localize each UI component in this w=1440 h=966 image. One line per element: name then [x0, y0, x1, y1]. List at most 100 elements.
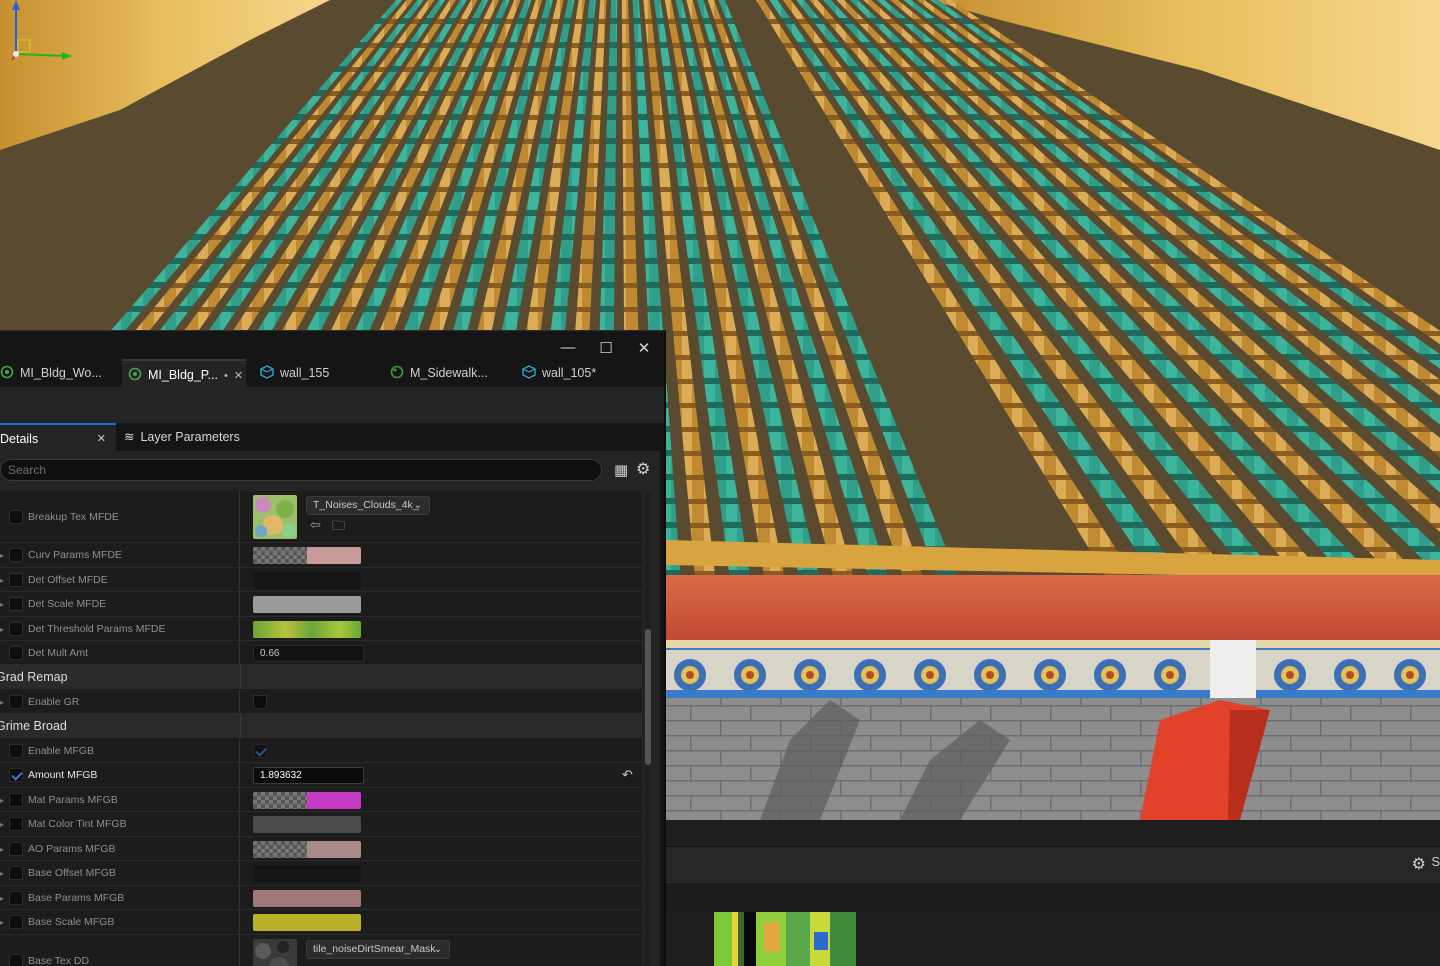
- doc-tab-wall-155[interactable]: wall_155: [254, 359, 378, 387]
- override-checkbox[interactable]: [9, 842, 23, 856]
- texture-asset-picker[interactable]: T_Noises_Clouds_4k_ ⌄: [306, 496, 430, 515]
- color-swatch[interactable]: [253, 865, 361, 882]
- override-checkbox[interactable]: [9, 622, 23, 636]
- gear-icon[interactable]: ⚙: [636, 459, 652, 478]
- close-window-button[interactable]: ✕: [634, 339, 654, 357]
- override-checkbox[interactable]: [9, 866, 23, 880]
- lower-right-panel: ⚙ S: [666, 820, 1440, 966]
- texture-preview-thumbnail[interactable]: [714, 912, 856, 966]
- override-checkbox[interactable]: [9, 510, 23, 524]
- tab-layer-parameters-label: Layer Parameters: [140, 430, 240, 444]
- property-row: Enable MFGB: [0, 739, 642, 763]
- texture-thumbnail[interactable]: [253, 495, 297, 539]
- override-checkbox[interactable]: [9, 597, 23, 611]
- property-list: Breakup Tex MFDE T_Noises_Clouds_4k_ ⌄ ⇦…: [0, 491, 642, 966]
- override-checkbox[interactable]: [9, 646, 23, 660]
- override-checkbox[interactable]: [9, 573, 23, 587]
- override-checkbox[interactable]: [9, 793, 23, 807]
- expand-arrow-icon[interactable]: ▸: [0, 551, 4, 560]
- texture-asset-picker[interactable]: tile_noiseDirtSmear_Mask ⌄: [306, 940, 450, 959]
- expand-arrow-icon[interactable]: ▸: [0, 698, 4, 707]
- lower-right-subbar: [666, 882, 1440, 912]
- color-swatch[interactable]: [253, 914, 361, 931]
- expand-arrow-icon[interactable]: ▸: [0, 918, 4, 927]
- doc-tab-label: MI_Bldg_Wo...: [20, 366, 102, 380]
- color-swatch[interactable]: [253, 841, 361, 858]
- gear-icon[interactable]: ⚙: [1412, 854, 1426, 874]
- reset-to-default-icon[interactable]: ↶: [622, 767, 633, 783]
- texture-thumbnail[interactable]: [253, 939, 297, 966]
- color-swatch[interactable]: [253, 572, 361, 589]
- tab-details-label: Details: [0, 432, 39, 446]
- color-swatch[interactable]: [253, 792, 361, 809]
- color-swatch[interactable]: [253, 621, 361, 638]
- property-label: Enable MFGB: [28, 745, 94, 757]
- property-row: ▸ Base Params MFGB: [0, 886, 642, 910]
- override-checkbox[interactable]: [9, 548, 23, 562]
- document-tab-bar: MI_Bldg_Wo... MI_Bldg_P... • ✕ wall_155 M_…: [0, 357, 664, 387]
- use-selected-icon[interactable]: ⇦: [310, 517, 321, 533]
- det-mult-amt-field[interactable]: 0.66: [253, 645, 364, 662]
- tab-details[interactable]: Details ✕: [0, 423, 116, 451]
- color-swatch[interactable]: [253, 816, 361, 833]
- expand-arrow-icon[interactable]: ▸: [0, 869, 4, 878]
- expand-arrow-icon[interactable]: ▸: [0, 845, 4, 854]
- close-tab-icon[interactable]: ✕: [97, 425, 106, 453]
- override-checkbox[interactable]: [9, 744, 23, 758]
- override-checkbox[interactable]: [9, 695, 23, 709]
- color-swatch[interactable]: [253, 596, 361, 613]
- property-row: ▸ Mat Params MFGB: [0, 788, 642, 812]
- doc-tab-label: MI_Bldg_P...: [148, 368, 218, 382]
- expand-arrow-icon[interactable]: ▸: [0, 576, 4, 585]
- expand-arrow-icon[interactable]: ▸: [0, 625, 4, 634]
- property-row: ▸ Det Scale MFDE: [0, 592, 642, 617]
- scrollbar-thumb[interactable]: [645, 629, 651, 765]
- expand-arrow-icon[interactable]: ▸: [0, 820, 4, 829]
- minimize-button[interactable]: —: [558, 339, 578, 356]
- property-row: ▸ Mat Color Tint MFGB: [0, 812, 642, 837]
- expand-arrow-icon[interactable]: ▸: [0, 796, 4, 805]
- property-row: ▸ Base Scale MFGB: [0, 910, 642, 935]
- doc-tab-mi-bldg-p[interactable]: MI_Bldg_P... • ✕: [122, 359, 246, 387]
- expand-arrow-icon[interactable]: ▸: [0, 600, 4, 609]
- override-checkbox[interactable]: [9, 954, 23, 966]
- property-label: Mat Params MFGB: [28, 794, 118, 806]
- static-mesh-icon: [522, 365, 536, 379]
- browse-asset-icon[interactable]: 🗀: [332, 517, 345, 539]
- amount-mfgb-field[interactable]: 1.893632: [253, 767, 364, 784]
- tab-layer-parameters[interactable]: ≋ Layer Parameters: [124, 423, 240, 451]
- maximize-button[interactable]: ☐: [596, 339, 616, 357]
- override-checkbox[interactable]: [9, 768, 23, 782]
- material-instance-icon: [0, 365, 14, 379]
- property-label: Base Offset MFGB: [28, 867, 116, 879]
- editor-screen: ⚙ S — ☐ ✕ MI_Bldg_Wo... MI_Bldg_P... • ✕…: [0, 0, 1440, 966]
- group-label: Grad Remap: [0, 670, 68, 684]
- static-mesh-icon: [260, 365, 274, 379]
- close-tab-icon[interactable]: ✕: [234, 370, 243, 382]
- property-label: Enable GR: [28, 696, 80, 708]
- enable-mfgb-checkbox[interactable]: [253, 744, 267, 758]
- override-checkbox[interactable]: [9, 817, 23, 831]
- expand-arrow-icon[interactable]: ▸: [0, 894, 4, 903]
- doc-tab-m-sidewalk[interactable]: M_Sidewalk...: [384, 359, 508, 387]
- transform-gizmo[interactable]: [0, 0, 80, 70]
- group-header-grime-broad[interactable]: Grime Broad: [0, 714, 642, 739]
- layers-icon: ≋: [124, 430, 135, 444]
- unsaved-indicator: •: [223, 370, 228, 382]
- color-swatch[interactable]: [253, 547, 361, 564]
- property-label: Base Tex DD: [28, 955, 90, 966]
- column-divider: [240, 714, 241, 738]
- override-checkbox[interactable]: [9, 915, 23, 929]
- property-label: Curv Params MFDE: [28, 549, 122, 561]
- doc-tab-wall-105[interactable]: wall_105*: [516, 359, 640, 387]
- doc-tab-label: M_Sidewalk...: [410, 366, 488, 380]
- material-icon: [390, 365, 404, 379]
- doc-tab-mi-bldg-wo[interactable]: MI_Bldg_Wo...: [0, 359, 114, 387]
- property-row: Det Mult Amt 0.66: [0, 641, 642, 665]
- override-checkbox[interactable]: [9, 891, 23, 905]
- enable-gr-checkbox[interactable]: [253, 695, 267, 709]
- table-view-icon[interactable]: ▦: [614, 461, 630, 479]
- group-header-grad-remap[interactable]: Grad Remap: [0, 665, 642, 690]
- color-swatch[interactable]: [253, 890, 361, 907]
- search-input[interactable]: Search: [0, 459, 602, 481]
